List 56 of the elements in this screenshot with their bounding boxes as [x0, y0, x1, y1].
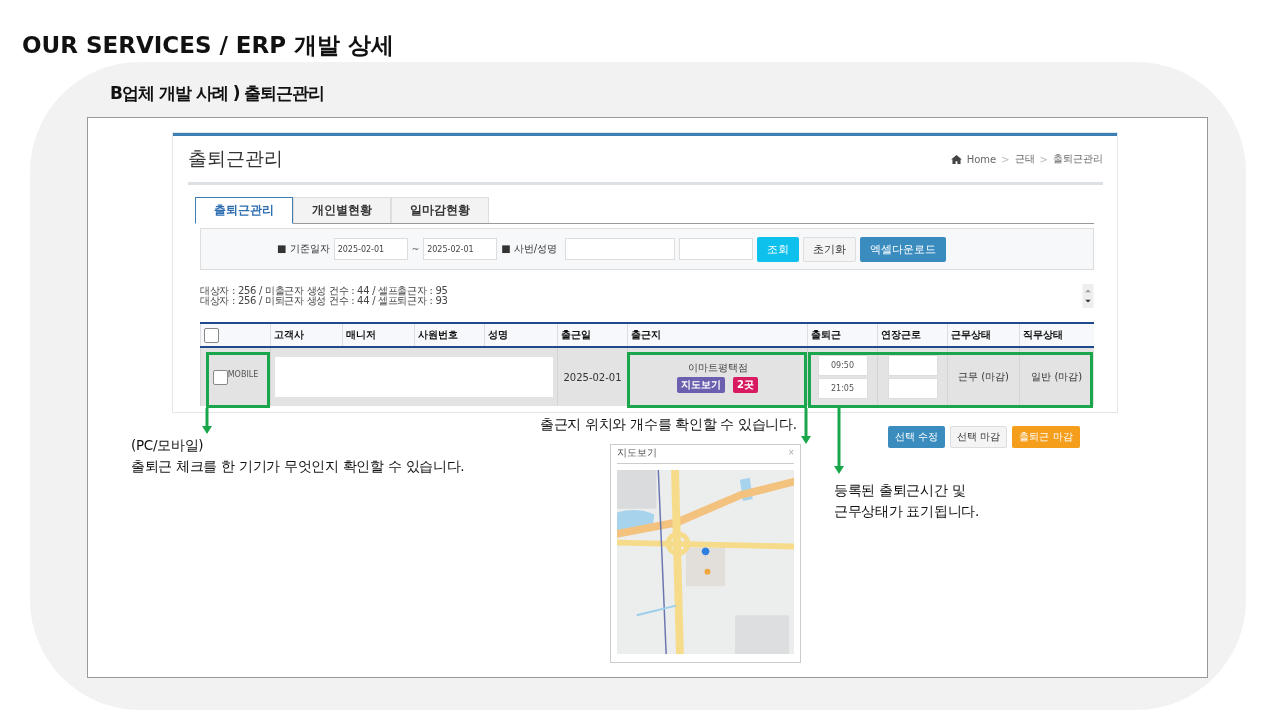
overtime-field[interactable]: [887, 355, 938, 376]
employee-id-field[interactable]: [565, 238, 676, 260]
map-view-button[interactable]: 지도보기: [677, 377, 725, 393]
clock-out-field[interactable]: 21:05: [817, 378, 868, 399]
date-to-field[interactable]: 2025-02-01: [423, 238, 498, 260]
scroll-arrows-icon[interactable]: [1082, 284, 1094, 308]
tab[interactable]: 개인별현황: [293, 197, 391, 223]
location-count-badge: 2곳: [733, 377, 758, 393]
slide-heading: OUR SERVICES / ERP 개발 상세: [22, 31, 395, 60]
column-header: 출퇴근: [807, 323, 878, 347]
down-arrow: [801, 408, 811, 444]
breadcrumb-link[interactable]: Home: [966, 153, 997, 165]
breadcrumb-link[interactable]: 근태: [1014, 152, 1035, 166]
breadcrumb-separator: >: [1039, 153, 1048, 165]
location-text: 이마트평택점: [686, 361, 749, 375]
down-arrow: [202, 408, 212, 434]
device-text: MOBILE: [227, 369, 259, 379]
summary-text: 대상자 : 256 / 미출근자 생성 건수 : 44 / 셀프출근자 : 95: [200, 286, 448, 296]
annotation-text: 출근지 위치와 개수를 확인할 수 있습니다.: [540, 415, 797, 434]
down-arrow: [834, 408, 844, 474]
column-header: 직무상태: [1019, 323, 1094, 347]
name-label: ■ 사번/성명: [501, 242, 558, 256]
clock-in-field[interactable]: 09:50: [817, 355, 868, 376]
action-button[interactable]: 선택 마감: [950, 426, 1008, 448]
column-header: 매니저: [342, 323, 415, 347]
popup-title: 지도보기: [617, 445, 657, 460]
summary-text: 대상자 : 256 / 미퇴근자 생성 건수 : 44 / 셀프퇴근자 : 93: [200, 296, 448, 306]
table-cell: 근무 (마감): [947, 347, 1020, 406]
home-icon: [950, 154, 962, 164]
column-header: 성명: [484, 323, 558, 347]
column-header: 사원번호: [414, 323, 485, 347]
column-header: 근무상태: [947, 323, 1020, 347]
table-cell: 2025-02-01: [557, 347, 628, 406]
breadcrumb-separator: >: [1001, 153, 1010, 165]
tab[interactable]: 출퇴근관리: [195, 197, 293, 224]
tab[interactable]: 일마감현황: [391, 197, 489, 223]
page-title: 출퇴근관리: [188, 146, 283, 171]
date-separator: ~: [411, 244, 420, 254]
highlight-frame: [206, 352, 270, 408]
search-button[interactable]: 초기화: [803, 236, 857, 262]
section-subtitle: B업체 개발 사례 ) 출퇴근관리: [110, 82, 325, 105]
row-checkbox[interactable]: [212, 369, 228, 385]
column-header: 연장근로: [877, 323, 948, 347]
search-button[interactable]: 엑셀다운로드: [860, 236, 947, 262]
date-label: ■ 기준일자: [277, 242, 330, 256]
breadcrumb-link[interactable]: 출퇴근관리: [1053, 152, 1103, 166]
name-field[interactable]: [679, 238, 754, 260]
column-header: 출근지: [627, 323, 808, 347]
date-from-field[interactable]: 2025-02-01: [333, 238, 408, 260]
overtime-field[interactable]: [887, 378, 938, 399]
annotation-text: 등록된 출퇴근시간 및 근무상태가 표기됩니다.: [834, 481, 979, 521]
annotation-text: (PC/모바일) 출퇴근 체크를 한 기기가 무엇인지 확인할 수 있습니다.: [131, 436, 465, 476]
column-header: 출근일: [557, 323, 628, 347]
action-button[interactable]: 선택 수정: [888, 426, 946, 448]
select-all-checkbox[interactable]: [204, 327, 219, 343]
column-header: 고객사: [270, 323, 343, 347]
